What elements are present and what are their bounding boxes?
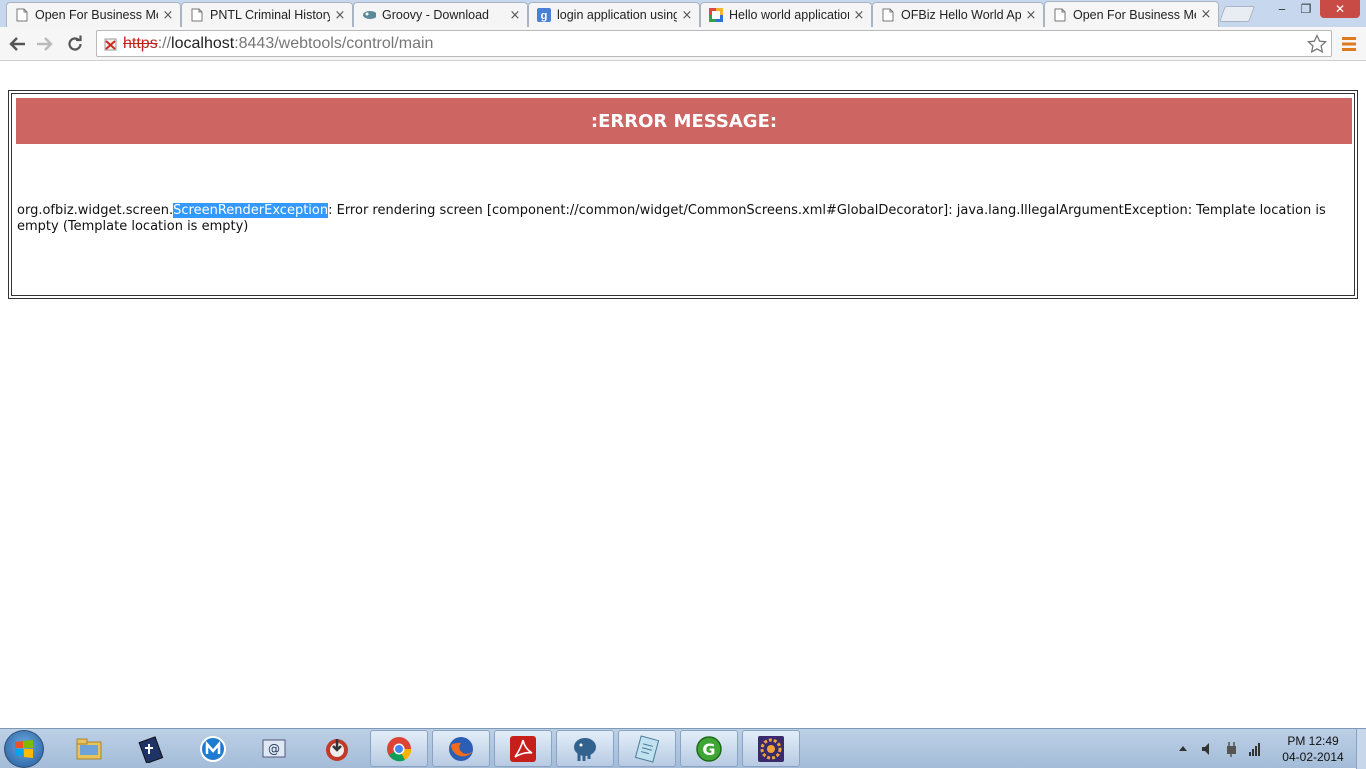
taskbar-notepad[interactable] xyxy=(618,730,676,767)
taskbar-postgresql[interactable] xyxy=(556,730,614,767)
windows-taskbar: @ G PM 12:49 04-02-2014 xyxy=(0,728,1366,769)
colorful-icon xyxy=(709,8,723,22)
new-tab-button[interactable] xyxy=(1219,6,1255,22)
page-icon xyxy=(190,8,204,22)
url-path: :8443/webtools/control/main xyxy=(234,34,434,52)
book-icon xyxy=(138,735,164,763)
tab-title: Open For Business Me xyxy=(1073,7,1196,22)
notepad-icon xyxy=(634,734,660,763)
power-plug-icon xyxy=(1227,742,1236,757)
minimize-button[interactable]: ‒ xyxy=(1270,0,1294,18)
tab-open-for-business-active[interactable]: Open For Business Me × xyxy=(1044,1,1219,27)
tab-title: Hello world application xyxy=(729,8,849,22)
address-bar[interactable]: https://localhost:8443/webtools/control/… xyxy=(96,30,1332,57)
volume-icon xyxy=(1202,743,1209,755)
tab-close-icon[interactable]: × xyxy=(509,8,521,23)
tab-title: PNTL Criminal History xyxy=(210,8,330,22)
tab-close-icon[interactable]: × xyxy=(334,8,346,23)
start-button[interactable] xyxy=(4,730,44,768)
page-content: :ERROR MESSAGE: org.ofbiz.widget.screen.… xyxy=(0,62,1366,728)
taskbar-bible-app[interactable] xyxy=(122,730,180,767)
google-icon: g xyxy=(537,8,551,22)
url-host: localhost xyxy=(171,34,235,52)
tab-groovy-download[interactable]: Groovy - Download × xyxy=(353,2,528,27)
folder-icon xyxy=(76,738,102,759)
tab-close-icon[interactable]: × xyxy=(162,8,174,23)
postgresql-elephant-icon xyxy=(574,737,596,761)
tab-login-application[interactable]: g login application using × xyxy=(528,2,700,27)
tab-title: Open For Business Me xyxy=(35,8,158,22)
tab-close-icon[interactable]: × xyxy=(681,8,693,23)
tab-hello-world-application[interactable]: Hello world application × xyxy=(700,2,872,27)
page-icon xyxy=(1053,8,1067,22)
tab-title: login application using xyxy=(557,8,677,22)
email-icon: @ xyxy=(262,739,286,757)
url-protocol: https xyxy=(123,34,158,52)
svg-text:g: g xyxy=(541,10,548,22)
taskbar-adobe-reader[interactable] xyxy=(494,730,552,767)
error-box: :ERROR MESSAGE: org.ofbiz.widget.screen.… xyxy=(8,90,1358,299)
tab-title: OFBiz Hello World Ap xyxy=(901,8,1021,22)
firefox-icon xyxy=(449,736,473,761)
error-message-prefix: org.ofbiz.widget.screen. xyxy=(17,203,174,218)
error-message-selected: ScreenRenderException xyxy=(173,203,329,218)
taskbar-chrome[interactable] xyxy=(370,730,428,767)
taskbar-download-manager[interactable] xyxy=(308,730,366,767)
reload-button[interactable] xyxy=(62,31,88,57)
error-box-inner: :ERROR MESSAGE: org.ofbiz.widget.screen.… xyxy=(11,93,1355,296)
tab-pntl-criminal-history[interactable]: PNTL Criminal History × xyxy=(181,2,353,27)
insecure-lock-icon xyxy=(103,36,119,52)
taskbar-maxthon[interactable] xyxy=(184,730,242,767)
tab-open-for-business-1[interactable]: Open For Business Me × xyxy=(6,2,181,27)
groovy-icon xyxy=(362,8,376,22)
show-hidden-icons-icon xyxy=(1179,746,1187,751)
reload-icon xyxy=(68,35,82,51)
java-ee-ide-icon xyxy=(758,735,784,762)
system-clock[interactable]: PM 12:49 04-02-2014 xyxy=(1278,733,1348,765)
page-icon xyxy=(15,8,29,22)
close-window-button[interactable]: ✕ xyxy=(1320,0,1360,18)
clock-date: 04-02-2014 xyxy=(1282,750,1344,764)
tab-title: Groovy - Download xyxy=(382,8,489,22)
tab-strip: Open For Business Me × PNTL Criminal His… xyxy=(0,0,1366,27)
url-separator: :// xyxy=(157,34,172,52)
forward-button[interactable] xyxy=(32,31,58,57)
taskbar-firefox[interactable] xyxy=(432,730,490,767)
download-manager-icon xyxy=(326,738,348,761)
forward-arrow-icon xyxy=(37,37,53,51)
error-header: :ERROR MESSAGE: xyxy=(16,98,1352,144)
error-message: org.ofbiz.widget.screen.ScreenRenderExce… xyxy=(17,203,1347,235)
svg-text:G: G xyxy=(702,740,715,759)
chrome-menu-icon[interactable] xyxy=(1340,35,1358,53)
taskbar-java-ee-ide[interactable] xyxy=(742,730,800,767)
restore-button[interactable]: ❐ xyxy=(1294,0,1318,18)
tab-close-icon[interactable]: × xyxy=(1200,7,1212,22)
windows-logo-icon xyxy=(15,740,33,758)
network-signal-icon xyxy=(1249,743,1260,756)
taskbar-groovy-console[interactable]: G xyxy=(680,730,738,767)
tab-close-icon[interactable]: × xyxy=(1025,8,1037,23)
chrome-icon xyxy=(387,736,412,761)
taskbar-email-app[interactable]: @ xyxy=(246,730,304,767)
svg-text:@: @ xyxy=(268,742,280,756)
groovy-g-icon: G xyxy=(696,735,722,762)
page-icon xyxy=(881,8,895,22)
maxthon-icon xyxy=(200,735,226,762)
show-desktop-button[interactable] xyxy=(1356,729,1366,769)
back-arrow-icon xyxy=(9,37,25,51)
back-button[interactable] xyxy=(4,31,30,57)
adobe-reader-icon xyxy=(510,735,536,762)
tab-ofbiz-hello-world[interactable]: OFBiz Hello World Ap × xyxy=(872,2,1044,27)
bookmark-star-icon[interactable] xyxy=(1306,33,1328,54)
tab-close-icon[interactable]: × xyxy=(853,8,865,23)
browser-toolbar: https://localhost:8443/webtools/control/… xyxy=(0,27,1366,61)
clock-time: PM 12:49 xyxy=(1287,734,1339,748)
taskbar-windows-explorer[interactable] xyxy=(60,730,118,767)
